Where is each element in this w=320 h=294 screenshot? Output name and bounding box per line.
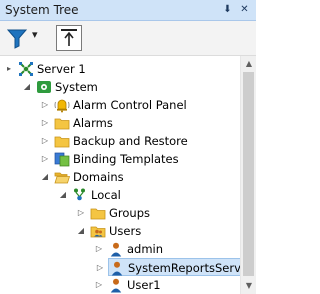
panel-titlebar: System Tree ⬇ ✕: [0, 0, 256, 21]
tree-node[interactable]: ◢ Users: [0, 222, 240, 240]
navigate-up-icon: [61, 29, 77, 46]
close-icon[interactable]: ✕: [237, 2, 252, 18]
user-icon: [109, 260, 125, 276]
scroll-up-icon[interactable]: ▲: [243, 58, 255, 70]
folder-icon: [54, 133, 70, 149]
tree-expander-icon[interactable]: ▷: [94, 276, 104, 294]
tree-node[interactable]: ◢ System: [0, 78, 240, 96]
tree-node[interactable]: ▷ Alarms: [0, 114, 240, 132]
pin-icon[interactable]: ⬇: [220, 2, 235, 18]
tree-expander-icon[interactable]: ▷: [76, 204, 86, 222]
tree-expander-icon[interactable]: ▷: [40, 96, 50, 114]
vertical-scrollbar[interactable]: ▲ ▼: [240, 56, 256, 294]
tree-node-label: System: [55, 80, 98, 94]
domain-icon: [72, 187, 88, 203]
tree-node[interactable]: ▸ Server 1: [0, 60, 240, 78]
system-icon: [36, 79, 52, 95]
tree-view[interactable]: ▸ Server 1 ◢ System ▷ Alarm Control Panel ▷ Ala…: [0, 56, 240, 294]
binding-templates-icon: [54, 151, 70, 167]
tree-node-label: Server 1: [37, 62, 86, 76]
tree-node-label: Backup and Restore: [73, 134, 188, 148]
bell-icon: [54, 97, 70, 113]
tree-expander-icon[interactable]: ▷: [40, 114, 50, 132]
tree-node-label: Groups: [109, 206, 151, 220]
user-icon: [108, 277, 124, 293]
tree-node[interactable]: ▷ admin: [0, 240, 240, 258]
filter-button[interactable]: ▾: [6, 25, 46, 51]
tree-node[interactable]: ▷ User1: [0, 276, 240, 294]
tree-node[interactable]: ▷ Binding Templates: [0, 150, 240, 168]
navigate-up-button[interactable]: [56, 25, 82, 51]
tree-node[interactable]: ▷ Groups: [0, 204, 240, 222]
tree-expander-icon[interactable]: ▷: [40, 150, 50, 168]
folder-icon: [54, 115, 70, 131]
scroll-down-icon[interactable]: ▼: [243, 280, 255, 292]
users-folder-icon: [90, 223, 106, 239]
server-icon: [18, 61, 34, 77]
tree-node-label: Alarms: [73, 116, 113, 130]
tree-node-label: SystemReportsService: [128, 261, 240, 275]
tree-node-label: Users: [109, 224, 142, 238]
tree-node-label: Alarm Control Panel: [73, 98, 187, 112]
tree-node[interactable]: ▷ SystemReportsService: [97, 258, 240, 276]
tree-node[interactable]: ◢ Local: [0, 186, 240, 204]
tree-node-label: Binding Templates: [73, 152, 179, 166]
tree-expander-icon[interactable]: ▷: [95, 259, 105, 277]
toolbar: ▾: [0, 21, 256, 56]
tree-node-label: admin: [127, 242, 164, 256]
filter-icon: [6, 29, 28, 49]
tree-expander-icon[interactable]: ◢: [22, 78, 32, 96]
tree-node[interactable]: ▷ Alarm Control Panel: [0, 96, 240, 114]
tree-node-label: Local: [91, 188, 121, 202]
tree-expander-icon[interactable]: ◢: [40, 168, 50, 186]
system-tree-panel: System Tree ⬇ ✕ ▾ ▸ Server 1 ◢ System ▷ Alarm…: [0, 0, 256, 294]
tree-expander-icon[interactable]: ▷: [40, 132, 50, 150]
tree-expander-icon[interactable]: ◢: [76, 222, 86, 240]
tree-expander-icon[interactable]: ▸: [4, 60, 14, 78]
tree-node-label: User1: [127, 278, 161, 292]
folder-icon: [90, 205, 106, 221]
tree-expander-icon[interactable]: ▷: [94, 240, 104, 258]
panel-title: System Tree: [5, 3, 79, 17]
folder-open-icon: [54, 169, 71, 185]
chevron-down-icon[interactable]: ▾: [32, 28, 38, 41]
tree-node[interactable]: ◢ Domains: [0, 168, 240, 186]
tree-node-label: Domains: [73, 170, 124, 184]
user-icon: [108, 241, 124, 257]
scrollbar-thumb[interactable]: [243, 72, 254, 276]
tree-expander-icon[interactable]: ◢: [58, 186, 68, 204]
tree-node[interactable]: ▷ Backup and Restore: [0, 132, 240, 150]
